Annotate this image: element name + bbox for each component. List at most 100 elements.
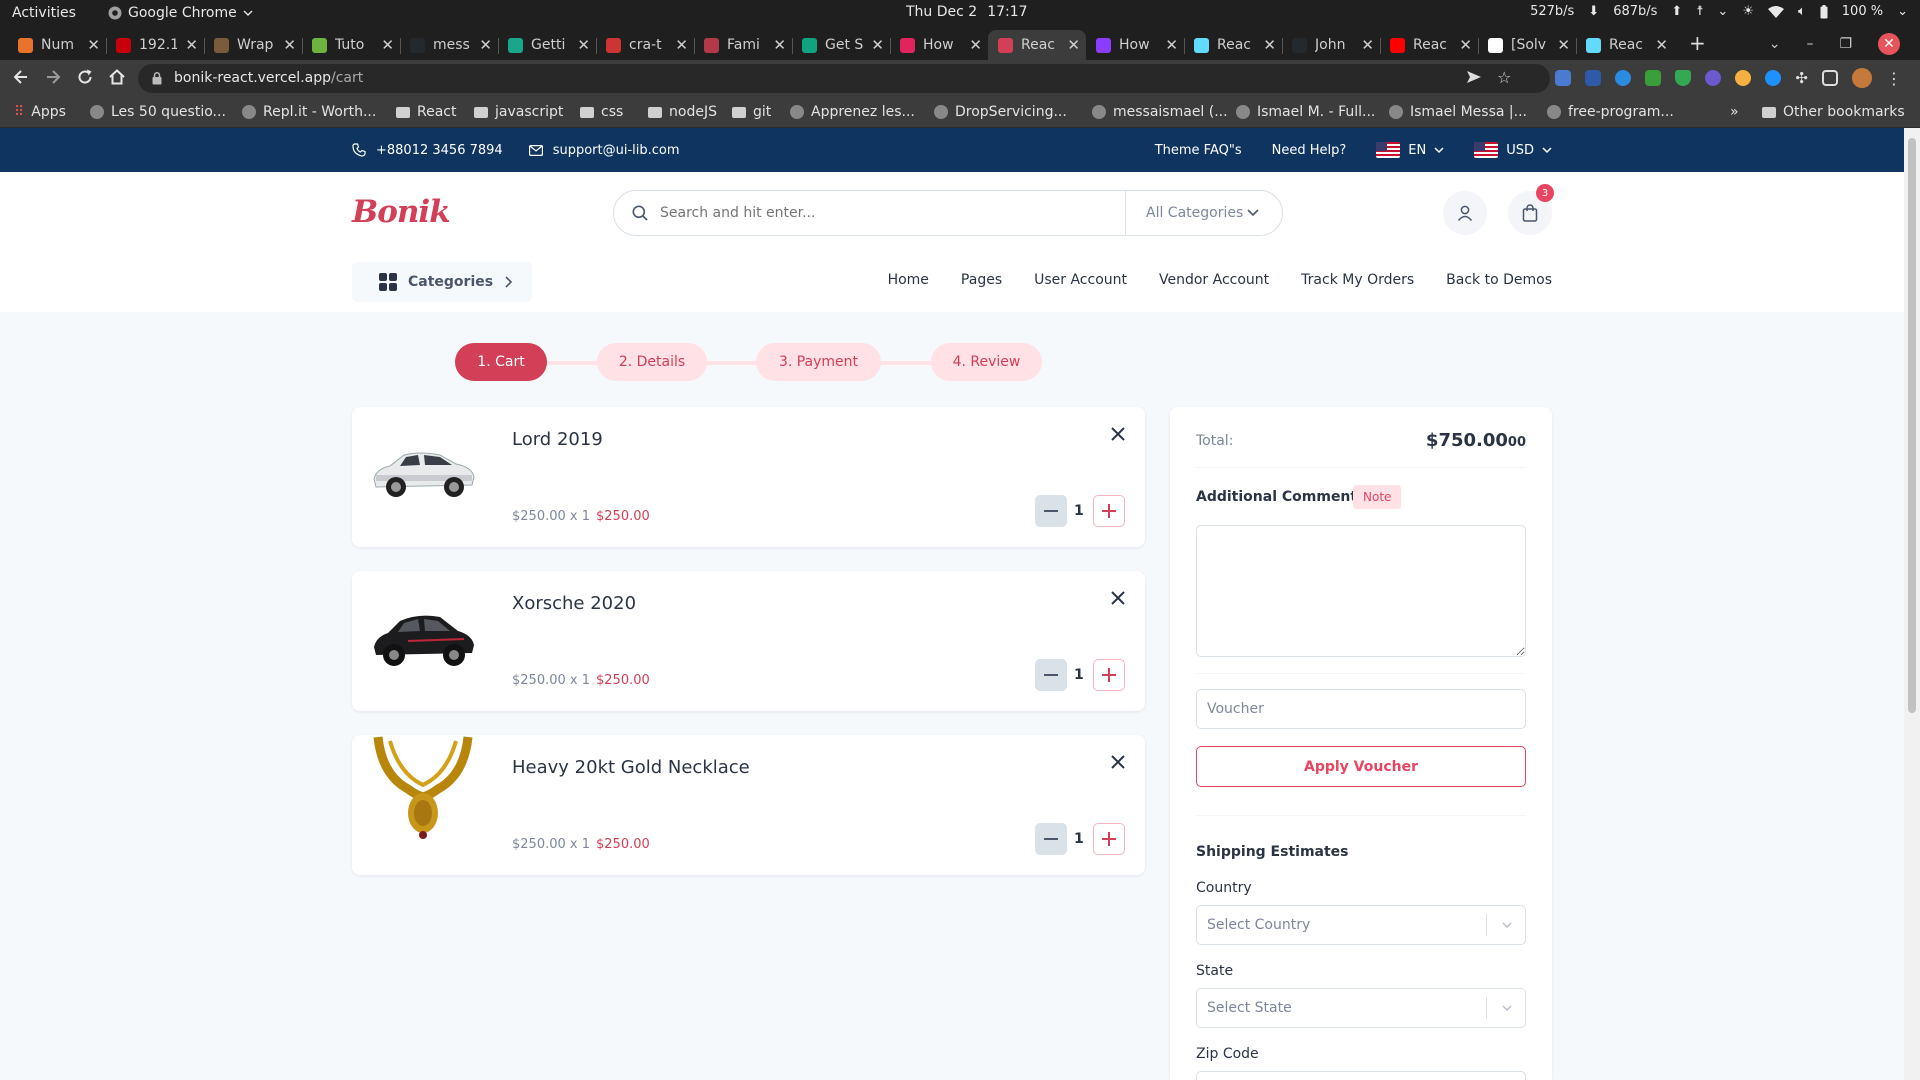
extension-icon[interactable] xyxy=(1585,70,1602,86)
shield-extension-icon[interactable] xyxy=(1675,70,1692,86)
puzzle-icon[interactable]: ✣ xyxy=(1795,69,1808,87)
back-icon[interactable] xyxy=(12,68,30,86)
cart-item-name[interactable]: Xorsche 2020 xyxy=(512,593,636,614)
browser-tab[interactable]: [Solv ✕ xyxy=(1478,30,1576,60)
gold-necklace-icon[interactable] xyxy=(368,735,478,845)
nav-pages[interactable]: Pages xyxy=(961,272,1002,288)
page-scrollbar[interactable] xyxy=(1904,128,1920,1080)
clock[interactable]: Thu Dec 2 17:17 xyxy=(906,4,1028,20)
bookmark-item[interactable]: Ismael Messa |... xyxy=(1389,104,1527,120)
state-select[interactable]: Select State xyxy=(1196,988,1526,1028)
browser-tab[interactable]: How ✕ xyxy=(890,30,988,60)
bookmark-item[interactable]: nodeJS xyxy=(648,104,717,120)
browser-tab[interactable]: How ✕ xyxy=(1086,30,1184,60)
cart-item-name[interactable]: Lord 2019 xyxy=(512,429,603,450)
browser-tab[interactable]: Getti ✕ xyxy=(498,30,596,60)
tab-close-icon[interactable]: ✕ xyxy=(1361,36,1374,54)
nav-track-orders[interactable]: Track My Orders xyxy=(1301,272,1414,288)
scrollbar-thumb[interactable] xyxy=(1908,138,1916,713)
remove-item-button[interactable] xyxy=(1111,755,1125,769)
translate-extension-icon[interactable] xyxy=(1555,70,1572,86)
browser-tab[interactable]: 192.1 ✕ xyxy=(106,30,204,60)
nav-user-account[interactable]: User Account xyxy=(1034,272,1127,288)
bookmark-item[interactable]: javascript xyxy=(474,104,563,120)
reload-icon[interactable] xyxy=(76,68,94,86)
bookmark-item[interactable]: css xyxy=(580,104,623,120)
tab-close-icon[interactable]: ✕ xyxy=(185,36,198,54)
decrease-quantity-button[interactable] xyxy=(1035,823,1067,855)
tab-close-icon[interactable]: ✕ xyxy=(1263,36,1276,54)
cart-button[interactable]: 3 xyxy=(1508,184,1554,235)
remove-item-button[interactable] xyxy=(1111,591,1125,605)
url-text[interactable]: bonik-react.vercel.app/cart xyxy=(174,70,363,86)
step-review[interactable]: 4. Review xyxy=(931,343,1042,381)
extension-icon[interactable] xyxy=(1735,70,1752,86)
site-logo[interactable]: Bonik xyxy=(352,194,451,230)
black-hatchback-icon[interactable] xyxy=(368,581,478,691)
zip-code-input[interactable] xyxy=(1196,1071,1526,1080)
decrease-quantity-button[interactable] xyxy=(1035,659,1067,691)
browser-tab[interactable]: John ✕ xyxy=(1282,30,1380,60)
system-tray[interactable]: 527b/s ⬇ 687b/s ⬆ ☨ ⌄ ☀ 🔈︎ 100 % ⌄ xyxy=(1530,4,1908,19)
tab-search-button[interactable]: ⌄ xyxy=(1769,36,1781,52)
browser-tab[interactable]: Get S ✕ xyxy=(792,30,890,60)
restore-button[interactable]: ❐ xyxy=(1839,36,1852,52)
tab-close-icon[interactable]: ✕ xyxy=(773,36,786,54)
nav-home[interactable]: Home xyxy=(888,272,929,288)
bookmark-item[interactable]: Repl.it - Worth... xyxy=(242,104,376,120)
side-panel-icon[interactable] xyxy=(1822,70,1838,86)
kebab-menu-icon[interactable]: ⋮ xyxy=(1886,69,1902,88)
tab-close-icon[interactable]: ✕ xyxy=(479,36,492,54)
voucher-input[interactable]: Voucher xyxy=(1196,689,1526,729)
white-suv-icon[interactable] xyxy=(368,417,478,527)
language-selector[interactable]: EN xyxy=(1376,142,1444,158)
close-window-button[interactable]: ✕ xyxy=(1878,32,1900,55)
step-cart[interactable]: 1. Cart xyxy=(455,343,547,381)
cart-item-name[interactable]: Heavy 20kt Gold Necklace xyxy=(512,757,750,778)
categories-button[interactable]: Categories xyxy=(352,262,532,302)
tab-close-icon[interactable]: ✕ xyxy=(87,36,100,54)
user-account-button[interactable] xyxy=(1443,191,1487,235)
browser-tab[interactable]: cra-t ✕ xyxy=(596,30,694,60)
activities-button[interactable]: Activities xyxy=(12,5,76,21)
star-icon[interactable]: ☆ xyxy=(1497,68,1511,87)
bookmark-item[interactable]: Apprenez les... xyxy=(790,104,915,120)
tab-close-icon[interactable]: ✕ xyxy=(1165,36,1178,54)
tab-close-icon[interactable]: ✕ xyxy=(675,36,688,54)
minimize-button[interactable]: – xyxy=(1806,36,1813,52)
browser-tab[interactable]: Reac ✕ xyxy=(988,30,1086,60)
bookmarks-overflow-button[interactable]: » xyxy=(1730,104,1739,120)
bookmark-item[interactable]: Ismael M. - Full... xyxy=(1236,104,1375,120)
browser-tab[interactable]: mess ✕ xyxy=(400,30,498,60)
bookmark-item[interactable]: ⠿ Apps xyxy=(14,104,66,120)
increase-quantity-button[interactable] xyxy=(1093,495,1125,527)
apply-voucher-button[interactable]: Apply Voucher xyxy=(1196,746,1526,787)
tab-close-icon[interactable]: ✕ xyxy=(871,36,884,54)
theme-faq-link[interactable]: Theme FAQ"s xyxy=(1155,143,1242,158)
country-select[interactable]: Select Country xyxy=(1196,905,1526,945)
remove-item-button[interactable] xyxy=(1111,427,1125,441)
support-phone[interactable]: +88012 3456 7894 xyxy=(376,143,503,158)
increase-quantity-button[interactable] xyxy=(1093,823,1125,855)
decrease-quantity-button[interactable] xyxy=(1035,495,1067,527)
tab-close-icon[interactable]: ✕ xyxy=(1557,36,1570,54)
step-details[interactable]: 2. Details xyxy=(597,343,707,381)
bookmark-item[interactable]: DropServicing... xyxy=(934,104,1067,120)
browser-tab[interactable]: Reac ✕ xyxy=(1380,30,1478,60)
omnibox[interactable]: bonik-react.vercel.app/cart xyxy=(138,64,1550,93)
tab-close-icon[interactable]: ✕ xyxy=(577,36,590,54)
category-select[interactable]: All Categories xyxy=(1125,191,1282,235)
forward-icon[interactable] xyxy=(44,68,62,86)
tab-close-icon[interactable]: ✕ xyxy=(1067,36,1080,54)
currency-selector[interactable]: USD xyxy=(1474,142,1552,158)
app-menu[interactable]: Google Chrome xyxy=(108,5,253,21)
lock-icon[interactable] xyxy=(152,72,162,85)
tab-close-icon[interactable]: ✕ xyxy=(283,36,296,54)
bookmark-item[interactable]: git xyxy=(732,104,771,120)
nav-back-to-demos[interactable]: Back to Demos xyxy=(1446,272,1552,288)
browser-tab[interactable]: Fami ✕ xyxy=(694,30,792,60)
browser-tab[interactable]: Num ✕ xyxy=(8,30,106,60)
tab-close-icon[interactable]: ✕ xyxy=(969,36,982,54)
need-help-link[interactable]: Need Help? xyxy=(1272,143,1347,158)
tab-close-icon[interactable]: ✕ xyxy=(381,36,394,54)
